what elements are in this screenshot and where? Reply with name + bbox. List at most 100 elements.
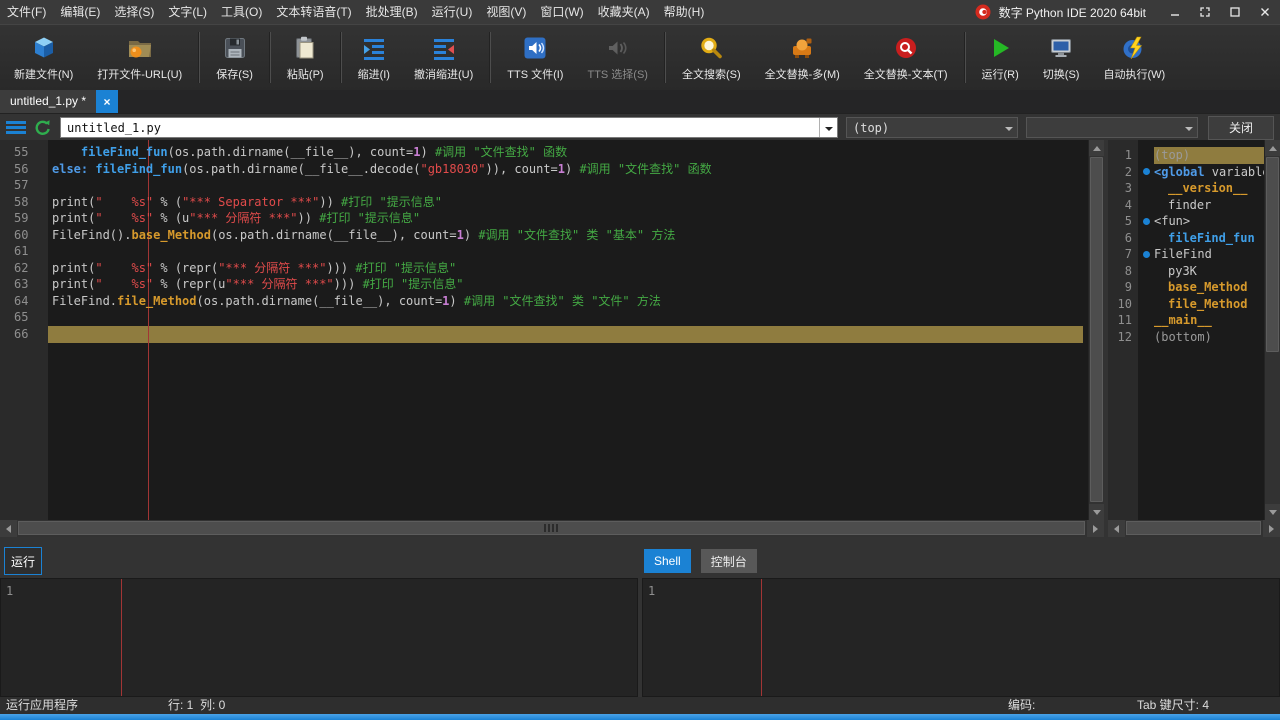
file-combobox[interactable]: untitled_1.py	[60, 117, 838, 138]
extra-combobox[interactable]	[1026, 117, 1198, 138]
fullscreen-button[interactable]	[1190, 0, 1220, 24]
scrollbar-thumb[interactable]	[18, 521, 1085, 535]
tts-file-icon	[522, 35, 548, 61]
open-file-button[interactable]: 打开文件-URL(U)	[85, 25, 194, 90]
close-button[interactable]	[1250, 0, 1280, 24]
panel-vertical-scrollbar[interactable]	[1264, 140, 1280, 520]
structure-item[interactable]: 5<fun>	[1108, 213, 1264, 230]
panel-line-number: 1	[1108, 147, 1138, 164]
file-combobox-value: untitled_1.py	[61, 121, 819, 135]
unindent-button[interactable]: 撤消缩进(U)	[402, 25, 485, 90]
tab-untitled-1[interactable]: untitled_1.py *	[0, 90, 96, 113]
menu-item[interactable]: 文件(F)	[0, 0, 53, 24]
chevron-down-icon[interactable]	[1180, 118, 1197, 137]
scrollbar-thumb[interactable]	[1090, 157, 1103, 502]
scroll-left-icon[interactable]	[1108, 520, 1125, 537]
chevron-down-icon[interactable]	[1000, 118, 1017, 137]
scroll-up-icon[interactable]	[1089, 140, 1105, 156]
run-button[interactable]: 运行(R)	[970, 25, 1031, 90]
code-text: print(" %s" % ("*** Separator ***")) #打印…	[52, 194, 1088, 211]
window-bottom-edge	[0, 714, 1280, 720]
tab-控制台[interactable]: 控制台	[701, 549, 757, 573]
structure-item[interactable]: 12(bottom)	[1108, 329, 1264, 346]
maximize-button[interactable]	[1220, 0, 1250, 24]
line-number: 60	[0, 227, 48, 244]
panel-horizontal-scrollbar[interactable]	[1108, 520, 1280, 537]
refresh-icon[interactable]	[34, 119, 52, 137]
close-view-button[interactable]: 关闭	[1208, 116, 1274, 140]
tab-shell[interactable]: Shell	[644, 549, 691, 573]
indent-button[interactable]: 缩进(I)	[346, 25, 402, 90]
scroll-down-icon[interactable]	[1265, 504, 1280, 520]
shell-output-pane[interactable]: 1	[0, 578, 638, 697]
scroll-right-icon[interactable]	[1087, 520, 1104, 537]
context-combobox[interactable]: (top)	[846, 117, 1018, 138]
code-line[interactable]: 66	[0, 326, 1088, 343]
code-line[interactable]: 60FileFind().base_Method(os.path.dirname…	[0, 227, 1088, 244]
fold-dot-empty	[1138, 312, 1154, 329]
scroll-down-icon[interactable]	[1089, 504, 1105, 520]
line-number: 61	[0, 243, 48, 260]
chevron-down-icon[interactable]	[819, 118, 837, 137]
editor-horizontal-scrollbar[interactable]	[0, 520, 1104, 537]
tab-close-icon[interactable]: ×	[96, 90, 118, 113]
structure-item[interactable]: 8py3K	[1108, 263, 1264, 280]
switch-button[interactable]: 切换(S)	[1031, 25, 1092, 90]
code-line[interactable]: 59print(" %s" % (u"*** 分隔符 ***")) #打印 "提…	[0, 210, 1088, 227]
structure-item[interactable]: 4finder	[1108, 197, 1264, 214]
menu-item[interactable]: 工具(O)	[214, 0, 269, 24]
editor-surface[interactable]: 55 fileFind_fun(os.path.dirname(__file__…	[0, 140, 1088, 520]
line-number: 59	[0, 210, 48, 227]
structure-item[interactable]: 7FileFind	[1108, 246, 1264, 263]
editor-vertical-scrollbar[interactable]	[1088, 140, 1104, 520]
menu-item[interactable]: 选择(S)	[107, 0, 161, 24]
code-line[interactable]: 62print(" %s" % (repr("*** 分隔符 ***"))) #…	[0, 260, 1088, 277]
save-button[interactable]: 保存(S)	[204, 25, 265, 90]
menu-item[interactable]: 编辑(E)	[53, 0, 107, 24]
scroll-right-icon[interactable]	[1263, 520, 1280, 537]
search-button[interactable]: 全文搜索(S)	[670, 25, 753, 90]
window-title: 数字 Python IDE 2020 64bit	[999, 4, 1146, 21]
scroll-left-icon[interactable]	[0, 520, 17, 537]
minimize-button[interactable]	[1160, 0, 1190, 24]
code-line[interactable]: 55 fileFind_fun(os.path.dirname(__file__…	[0, 144, 1088, 161]
replace-multi-button[interactable]: 全文替换-多(M)	[753, 25, 852, 90]
code-line[interactable]: 58print(" %s" % ("*** Separator ***")) #…	[0, 194, 1088, 211]
structure-item[interactable]: 6fileFind_fun	[1108, 230, 1264, 247]
menu-item[interactable]: 视图(V)	[479, 0, 533, 24]
menu-item[interactable]: 文本转语音(T)	[269, 0, 358, 24]
code-line[interactable]: 65	[0, 309, 1088, 326]
line-number: 57	[0, 177, 48, 194]
code-line[interactable]: 57	[0, 177, 1088, 194]
menu-item[interactable]: 窗口(W)	[533, 0, 590, 24]
structure-item[interactable]: 11__main__	[1108, 312, 1264, 329]
structure-item[interactable]: 3__version__	[1108, 180, 1264, 197]
structure-item[interactable]: 10file_Method	[1108, 296, 1264, 313]
code-line[interactable]: 64FileFind.file_Method(os.path.dirname(_…	[0, 293, 1088, 310]
editor-menu-icon[interactable]	[6, 121, 26, 134]
scrollbar-thumb[interactable]	[1126, 521, 1261, 535]
menu-item[interactable]: 运行(U)	[425, 0, 480, 24]
code-line[interactable]: 63print(" %s" % (repr(u"*** 分隔符 ***"))) …	[0, 276, 1088, 293]
structure-item[interactable]: 9base_Method	[1108, 279, 1264, 296]
paste-button[interactable]: 粘贴(P)	[275, 25, 336, 90]
menu-item[interactable]: 批处理(B)	[359, 0, 425, 24]
structure-item[interactable]: 2<global variable>	[1108, 164, 1264, 181]
replace-text-button[interactable]: 全文替换-文本(T)	[852, 25, 960, 90]
code-line[interactable]: 56else: fileFind_fun(os.path.dirname(__f…	[0, 161, 1088, 178]
new-file-button[interactable]: 新建文件(N)	[2, 25, 85, 90]
console-output-pane[interactable]: 1	[642, 578, 1280, 697]
menu-item[interactable]: 收藏夹(A)	[591, 0, 657, 24]
run-panel-button[interactable]: 运行	[4, 547, 42, 575]
menu-item[interactable]: 文字(L)	[161, 0, 214, 24]
structure-panel[interactable]: 1(top)2<global variable>3__version__4fin…	[1108, 140, 1264, 520]
tts-file-button[interactable]: TTS 文件(I)	[495, 25, 575, 90]
line-number: 55	[0, 144, 48, 161]
code-text	[52, 326, 1088, 343]
scroll-up-icon[interactable]	[1265, 140, 1280, 156]
structure-item[interactable]: 1(top)	[1108, 147, 1264, 164]
auto-run-button[interactable]: 自动执行(W)	[1091, 25, 1177, 90]
code-line[interactable]: 61	[0, 243, 1088, 260]
menu-item[interactable]: 帮助(H)	[657, 0, 712, 24]
scrollbar-thumb[interactable]	[1266, 157, 1279, 352]
